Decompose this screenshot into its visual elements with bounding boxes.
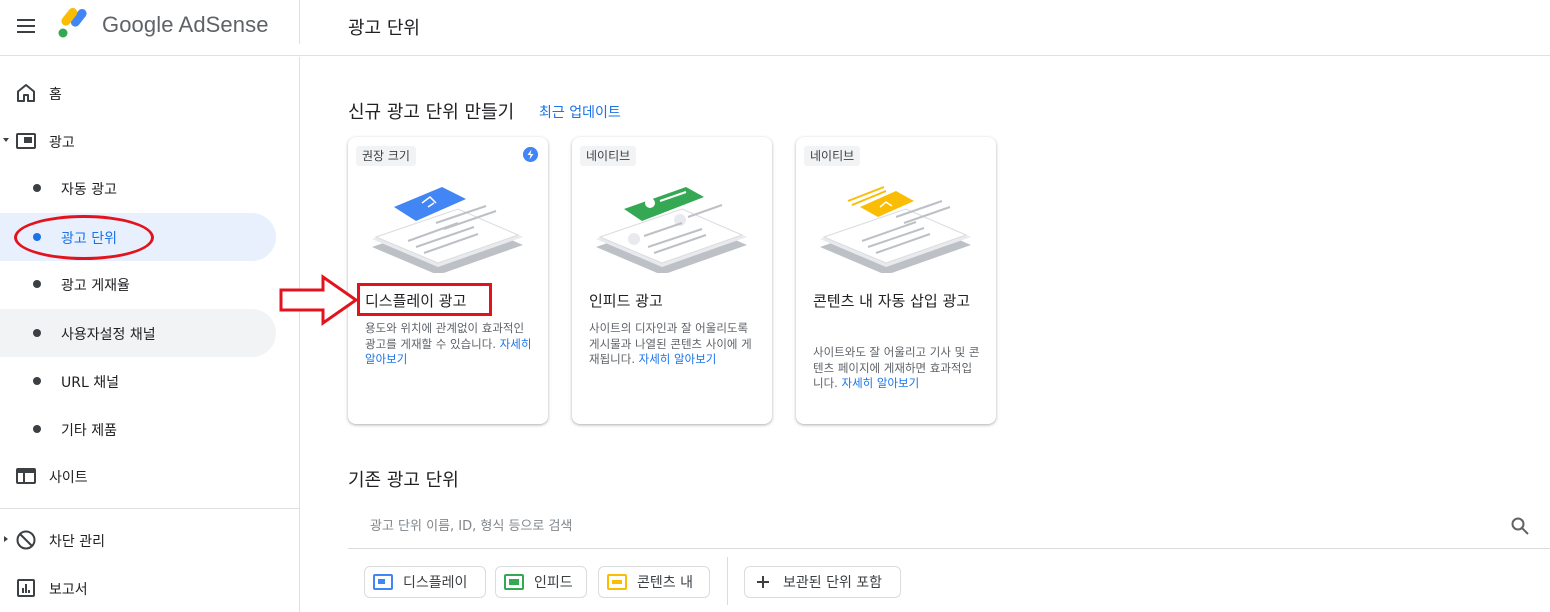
sidebar-item-label: 보고서 bbox=[49, 582, 88, 598]
report-icon bbox=[17, 579, 35, 597]
display-ads-card[interactable]: 권장 크기 디스플레이 광고 용도와 위치에 관계없이 효과적인 광고를 게재할… bbox=[348, 137, 548, 424]
sidebar-item-label: 차단 관리 bbox=[49, 534, 105, 550]
in-article-ad-icon bbox=[607, 574, 627, 590]
filter-divider bbox=[727, 557, 728, 605]
sidebar-item-custom-channels[interactable]: 사용자설정 채널 bbox=[0, 309, 276, 357]
sidebar-item-ad-balance[interactable]: 광고 게재율 bbox=[0, 260, 276, 308]
in-feed-ads-card[interactable]: 네이티브 인피드 광고 사이트의 디자인과 잘 어울리도록 게시물과 나열된 콘… bbox=[572, 137, 772, 424]
sidebar-item-ads[interactable]: 광고 bbox=[0, 117, 276, 165]
menu-icon[interactable] bbox=[14, 16, 38, 38]
card-title: 디스플레이 광고 bbox=[365, 292, 467, 310]
filter-chip-label: 콘텐츠 내 bbox=[637, 575, 693, 591]
sidebar: 홈 광고 자동 광고 광고 단위 광고 게재율 사용자설정 채널 URL 채널 … bbox=[0, 57, 300, 612]
caret-down-icon[interactable] bbox=[3, 138, 9, 142]
bullet-icon bbox=[33, 233, 41, 241]
bullet-icon bbox=[33, 329, 41, 337]
in-feed-ad-illustration bbox=[596, 187, 747, 273]
adsense-logo-icon bbox=[58, 8, 87, 38]
sidebar-item-label: 사용자설정 채널 bbox=[61, 327, 156, 343]
sidebar-item-other-products[interactable]: 기타 제품 bbox=[0, 405, 276, 453]
block-icon bbox=[16, 530, 36, 550]
filter-chip-in-article[interactable]: 콘텐츠 내 bbox=[598, 566, 710, 598]
brand-divider bbox=[299, 0, 300, 44]
display-ad-icon bbox=[373, 574, 393, 590]
card-description: 사이트와도 잘 어울리고 기사 및 콘텐츠 페이지에 게재하면 효과적입니다. … bbox=[813, 345, 981, 392]
card-title: 인피드 광고 bbox=[589, 292, 663, 310]
bullet-icon bbox=[33, 377, 41, 385]
sidebar-item-label: 광고 게재율 bbox=[61, 278, 130, 294]
search-icon[interactable] bbox=[1510, 516, 1530, 536]
page-title: 광고 단위 bbox=[348, 18, 420, 39]
filter-chip-in-feed[interactable]: 인피드 bbox=[495, 566, 587, 598]
sidebar-item-blocking-controls[interactable]: 차단 관리 bbox=[0, 516, 276, 564]
filter-chip-display[interactable]: 디스플레이 bbox=[364, 566, 486, 598]
native-chip: 네이티브 bbox=[580, 146, 637, 166]
learn-more-link[interactable]: 자세히 알아보기 bbox=[639, 352, 717, 366]
caret-right-icon[interactable] bbox=[4, 536, 8, 542]
card-title: 콘텐츠 내 자동 삽입 광고 bbox=[813, 292, 971, 310]
sidebar-item-label: URL 채널 bbox=[61, 375, 119, 391]
sidebar-item-label: 광고 bbox=[49, 135, 75, 151]
sidebar-divider bbox=[0, 508, 299, 509]
sidebar-item-ad-units[interactable]: 광고 단위 bbox=[0, 213, 276, 261]
filter-chip-label: 인피드 bbox=[534, 575, 573, 591]
plus-icon bbox=[757, 576, 769, 588]
in-feed-ad-icon bbox=[504, 574, 524, 590]
sidebar-item-url-channels[interactable]: URL 채널 bbox=[0, 357, 276, 405]
filter-chip-label: 디스플레이 bbox=[403, 575, 468, 591]
top-app-bar: Google AdSense 광고 단위 bbox=[0, 0, 1550, 56]
filter-chip-label: 보관된 단위 포함 bbox=[783, 575, 883, 591]
bullet-icon bbox=[33, 280, 41, 288]
sidebar-item-label: 광고 단위 bbox=[61, 231, 117, 247]
search-input[interactable] bbox=[370, 514, 1470, 538]
app-brand: Google AdSense bbox=[102, 12, 269, 37]
learn-more-link[interactable]: 자세히 알아보기 bbox=[841, 376, 919, 390]
card-description: 용도와 위치에 관계없이 효과적인 광고를 게재할 수 있습니다. 자세히 알아… bbox=[365, 321, 533, 368]
bullet-icon bbox=[33, 425, 41, 433]
site-icon bbox=[16, 468, 36, 484]
bullet-icon bbox=[33, 184, 41, 192]
card-description: 사이트의 디자인과 잘 어울리도록 게시물과 나열된 콘텐츠 사이에 게재됩니다… bbox=[589, 321, 757, 368]
sidebar-item-label: 사이트 bbox=[49, 470, 88, 486]
home-icon bbox=[17, 84, 35, 102]
ad-icon bbox=[16, 133, 36, 149]
existing-ad-units-heading: 기존 광고 단위 bbox=[348, 470, 459, 491]
in-article-ads-card[interactable]: 네이티브 콘텐츠 내 자동 삽입 광고 사이트와도 잘 어울리고 기사 및 콘텐… bbox=[796, 137, 996, 424]
include-archived-chip[interactable]: 보관된 단위 포함 bbox=[744, 566, 901, 598]
recommended-size-chip: 권장 크기 bbox=[356, 146, 416, 166]
new-ad-unit-heading: 신규 광고 단위 만들기 bbox=[348, 102, 515, 123]
sidebar-item-auto-ads[interactable]: 자동 광고 bbox=[0, 164, 276, 212]
native-chip: 네이티브 bbox=[804, 146, 861, 166]
sidebar-item-reports[interactable]: 보고서 bbox=[0, 564, 276, 612]
display-ad-illustration bbox=[372, 187, 523, 273]
recent-updates-link[interactable]: 최근 업데이트 bbox=[539, 102, 621, 122]
sidebar-item-label: 홈 bbox=[49, 87, 62, 103]
search-bar bbox=[348, 506, 1550, 549]
in-article-ad-illustration bbox=[820, 186, 971, 273]
bolt-icon bbox=[523, 147, 538, 162]
sidebar-item-sites[interactable]: 사이트 bbox=[0, 452, 276, 500]
sidebar-item-label: 기타 제품 bbox=[61, 423, 117, 439]
sidebar-item-label: 자동 광고 bbox=[61, 182, 117, 198]
sidebar-item-home[interactable]: 홈 bbox=[0, 69, 276, 117]
